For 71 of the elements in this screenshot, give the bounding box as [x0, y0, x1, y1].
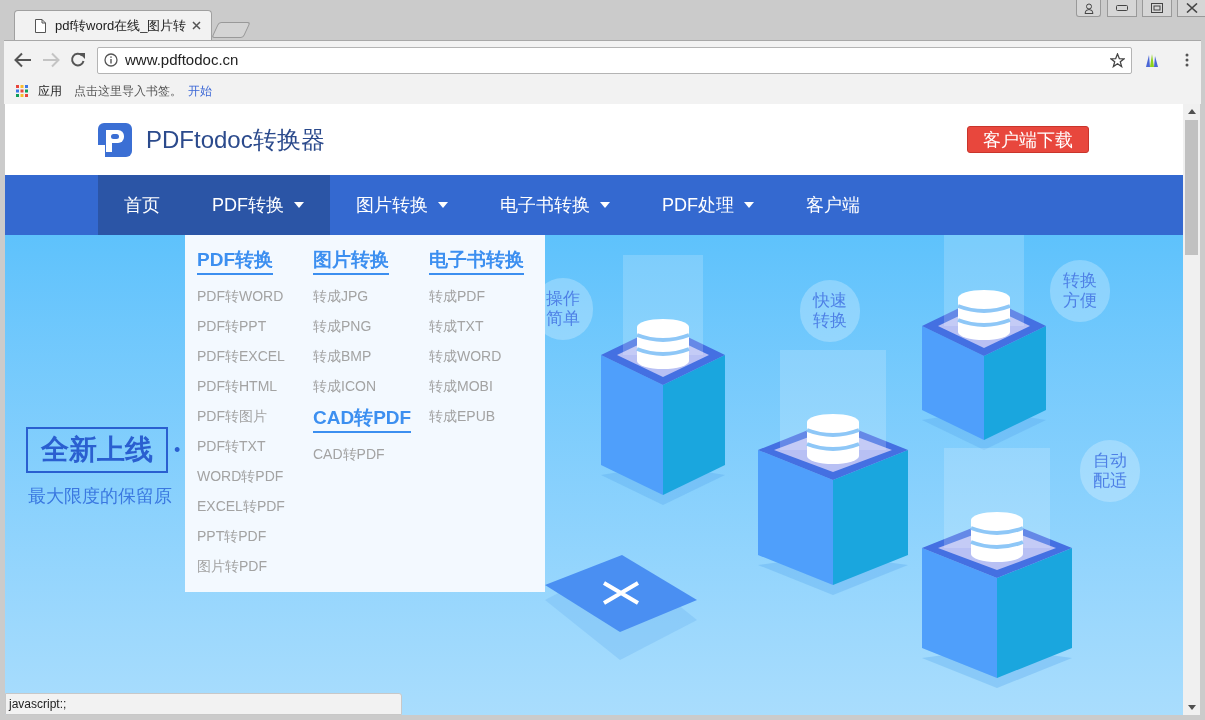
- menu-item[interactable]: 转成ICON: [313, 371, 376, 401]
- scroll-up-icon[interactable]: [1187, 109, 1196, 114]
- scroll-down-icon[interactable]: [1187, 705, 1196, 710]
- star-icon[interactable]: [1110, 52, 1125, 68]
- hero-subtitle: 最大限度的保留原: [28, 485, 172, 508]
- nav-item[interactable]: PDF转换: [186, 175, 330, 235]
- menu-heading[interactable]: PDF转换: [197, 247, 273, 275]
- close-icon: [1186, 3, 1198, 13]
- nav-item[interactable]: 客户端: [780, 175, 886, 235]
- minimize-button[interactable]: [1107, 0, 1137, 17]
- address-bar[interactable]: www.pdftodoc.cn: [97, 46, 1132, 74]
- menu-item[interactable]: 转成WORD: [429, 341, 502, 371]
- menu-heading[interactable]: CAD转PDF: [313, 405, 412, 433]
- page-icon: [35, 18, 46, 33]
- menu-item[interactable]: PDF转TXT: [197, 431, 266, 461]
- user-icon: [1083, 2, 1094, 14]
- nav-item[interactable]: 图片转换: [330, 175, 474, 235]
- menu-item[interactable]: EXCEL转PDF: [197, 491, 285, 521]
- nav-item[interactable]: PDF处理: [636, 175, 780, 235]
- browser-tab[interactable]: pdf转word在线_图片转: [14, 10, 212, 40]
- caret-icon: [744, 202, 754, 208]
- menu-item[interactable]: 转成EPUB: [429, 401, 496, 431]
- menu-item[interactable]: 转成MOBI: [429, 371, 493, 401]
- logo-icon: [98, 122, 132, 157]
- caret-icon: [600, 202, 610, 208]
- menu-item[interactable]: PDF转PPT: [197, 311, 267, 341]
- menu-heading[interactable]: 电子书转换: [429, 247, 524, 275]
- bookmark-link[interactable]: 开始: [188, 82, 212, 100]
- bullet-mark: •: [174, 438, 181, 462]
- caret-icon: [438, 202, 448, 208]
- menu-item[interactable]: PDF转WORD: [197, 281, 284, 311]
- user-button[interactable]: [1076, 0, 1101, 17]
- menu-item[interactable]: 转成PNG: [313, 311, 372, 341]
- menu-heading[interactable]: 图片转换: [313, 247, 389, 275]
- speech-bubble: 转换方便: [1050, 260, 1110, 322]
- menu-item[interactable]: 转成JPG: [313, 281, 369, 311]
- minimize-icon: [1116, 5, 1128, 11]
- menu-item[interactable]: 转成BMP: [313, 341, 372, 371]
- hero-badge: 全新上线: [26, 427, 168, 473]
- menu-item[interactable]: PDF转图片: [197, 401, 267, 431]
- caret-icon: [294, 202, 304, 208]
- nav-item[interactable]: 首页: [98, 175, 186, 235]
- menu-item[interactable]: WORD转PDF: [197, 461, 284, 491]
- menu-icon[interactable]: [1185, 53, 1189, 67]
- menu-item[interactable]: 图片转PDF: [197, 551, 267, 581]
- download-button[interactable]: 客户端下载: [967, 126, 1089, 153]
- apps-icon[interactable]: [16, 84, 29, 98]
- reload-icon[interactable]: [70, 52, 86, 68]
- status-bar: javascript:;: [5, 693, 402, 715]
- menu-item[interactable]: PDF转HTML: [197, 371, 278, 401]
- back-icon[interactable]: [14, 52, 32, 68]
- tab-title: pdf转word在线_图片转: [55, 16, 187, 35]
- close-button[interactable]: [1177, 0, 1205, 17]
- maximize-icon: [1151, 3, 1163, 13]
- bookmark-link[interactable]: 应用: [38, 82, 62, 100]
- speech-bubble: 自动配适: [1080, 440, 1140, 502]
- nav-item[interactable]: 电子书转换: [474, 175, 636, 235]
- info-icon: [104, 53, 118, 67]
- menu-item[interactable]: 转成PDF: [429, 281, 485, 311]
- site-logo-text: PDFtodoc转换器: [146, 124, 325, 155]
- scroll-thumb[interactable]: [1185, 120, 1198, 255]
- scrollbar[interactable]: [1183, 104, 1200, 715]
- url-text: www.pdftodoc.cn: [125, 49, 239, 70]
- menu-item[interactable]: CAD转PDF: [313, 439, 385, 469]
- bookmark-hint: 点击这里导入书签。: [74, 83, 182, 100]
- menu-item[interactable]: PPT转PDF: [197, 521, 267, 551]
- maximize-button[interactable]: [1142, 0, 1172, 17]
- menu-item[interactable]: PDF转EXCEL: [197, 341, 285, 371]
- speech-bubble: 快速转换: [800, 280, 860, 342]
- menu-item[interactable]: 转成TXT: [429, 311, 484, 341]
- close-icon[interactable]: [192, 21, 201, 30]
